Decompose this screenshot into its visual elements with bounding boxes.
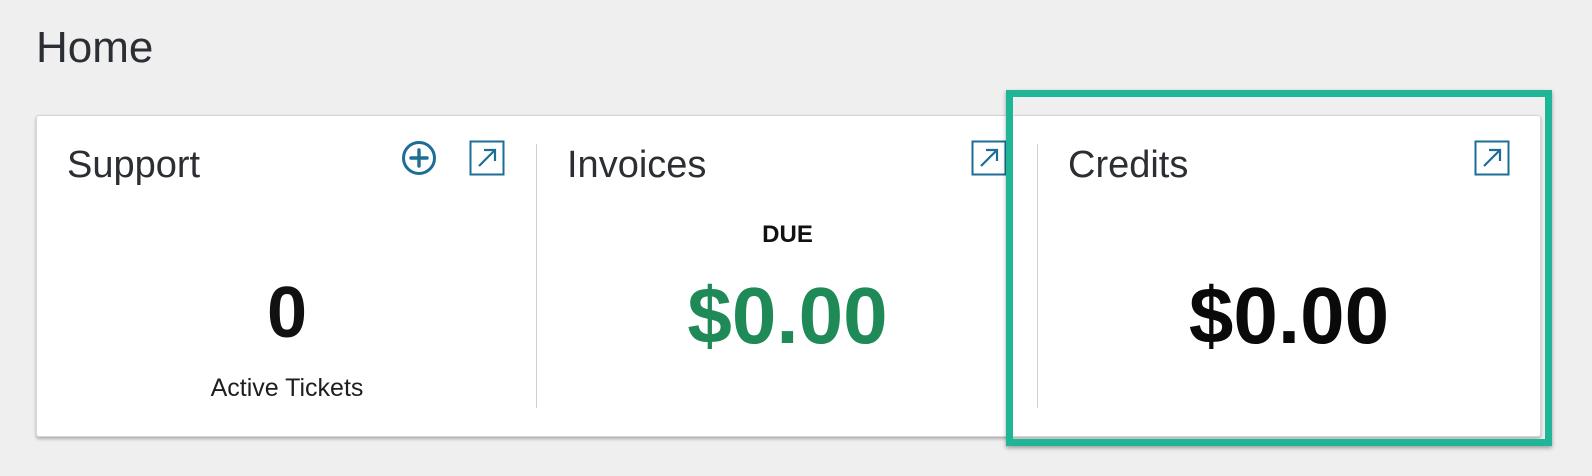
support-title: Support <box>67 144 201 186</box>
invoices-due-label: DUE <box>762 221 813 248</box>
credits-amount: $0.00 <box>1188 271 1390 360</box>
invoices-due-amount: $0.00 <box>687 271 888 360</box>
active-tickets-label: Active Tickets <box>210 374 364 402</box>
invoices-title: Invoices <box>567 144 707 186</box>
external-link-icon[interactable] <box>971 140 1007 176</box>
plus-circle-icon[interactable] <box>401 140 437 176</box>
external-link-icon[interactable] <box>469 140 505 176</box>
dashboard-summary-card: Support 0 Active Tickets Invoices DUE $0… <box>36 115 1541 437</box>
credits-panel: Credits $0.00 <box>1038 116 1540 436</box>
support-panel: Support 0 Active Tickets <box>37 116 537 436</box>
invoices-panel: Invoices DUE $0.00 <box>537 116 1038 436</box>
external-link-icon[interactable] <box>1474 140 1510 176</box>
credits-title: Credits <box>1068 144 1189 186</box>
active-tickets-count: 0 <box>266 273 308 353</box>
page-title: Home <box>36 23 154 72</box>
